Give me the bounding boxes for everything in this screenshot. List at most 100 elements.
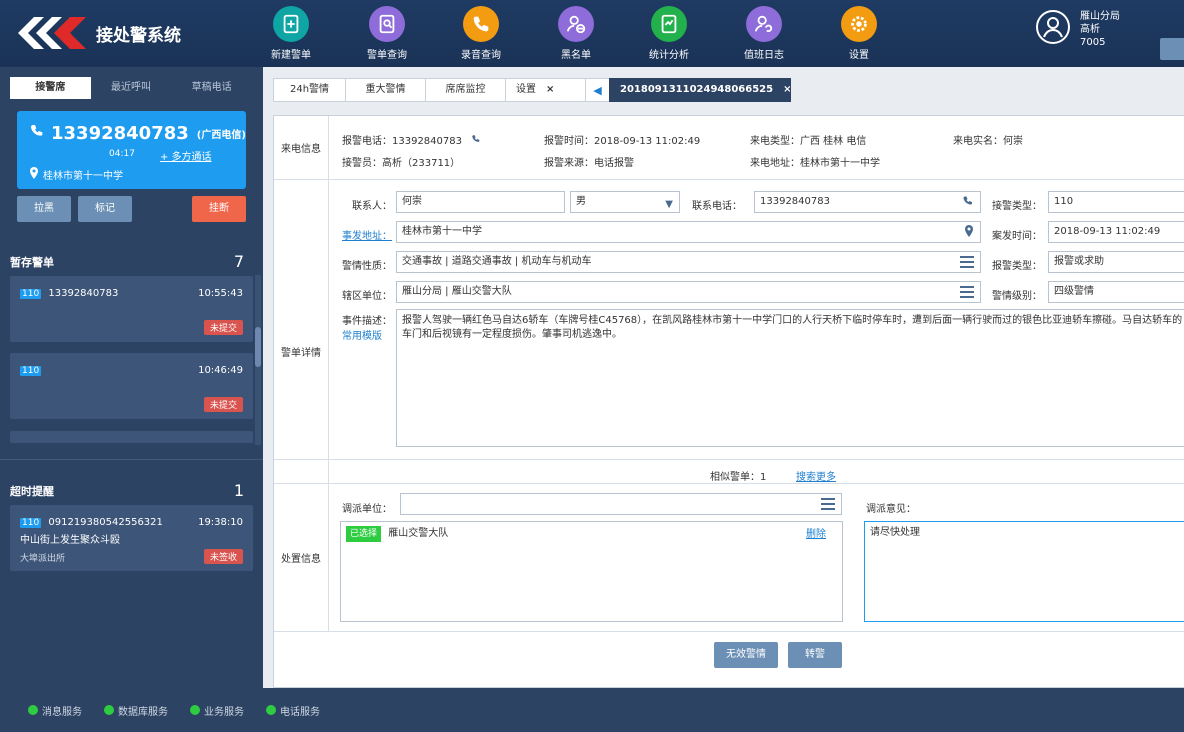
- call-phone-value: 13392840783: [392, 136, 462, 147]
- alarm-type-label: 报警类型：: [992, 261, 1042, 272]
- contact-field[interactable]: 何崇: [396, 191, 565, 213]
- nav-label: 警单查询: [367, 50, 407, 61]
- user-info[interactable]: 雁山分局 高析 7005: [1036, 10, 1120, 49]
- divider: [274, 179, 1184, 180]
- status-dot-icon: [104, 705, 114, 715]
- search-more-link[interactable]: 搜索更多: [796, 468, 836, 483]
- blacklist-icon: [558, 6, 594, 42]
- service-status-business: 业务服务: [190, 703, 244, 718]
- close-icon[interactable]: ×: [546, 78, 554, 102]
- status-dot-icon: [190, 705, 200, 715]
- call-carrier: (广西电信): [196, 130, 246, 141]
- location-pin-icon: [29, 167, 39, 182]
- nav-settings[interactable]: 设置: [819, 6, 899, 61]
- invalid-alarm-button[interactable]: 无效警情: [714, 642, 778, 668]
- alarm-type-field[interactable]: 报警或求助: [1048, 251, 1184, 273]
- contact-label: 联系人：: [352, 201, 392, 212]
- alarm-phone: 13392840783: [48, 288, 119, 299]
- saved-alarm-item-partial[interactable]: [10, 431, 253, 443]
- similar-count: 1: [760, 472, 767, 483]
- location-pin-icon[interactable]: [964, 225, 974, 242]
- saved-alarms-scrollbar[interactable]: [255, 275, 261, 445]
- alarm-time: 19:38:10: [198, 517, 243, 528]
- phone-call-icon[interactable]: [962, 195, 974, 212]
- nature-field[interactable]: 交通事故 | 道路交通事故 | 机动车与机动车: [396, 251, 981, 273]
- call-source-value: 电话报警: [594, 158, 634, 169]
- logout-button[interactable]: [1160, 38, 1184, 60]
- nav-recording-query[interactable]: 录音查询: [441, 6, 521, 61]
- remove-unit-link[interactable]: 删除: [806, 528, 826, 542]
- tab-settings[interactable]: 设置 ×: [505, 78, 585, 102]
- tab-24h-alarms[interactable]: 24h警情: [273, 78, 345, 102]
- tab-scroll-left-icon[interactable]: ◀: [585, 78, 609, 102]
- multi-party-call-link[interactable]: + 多方通话: [160, 148, 212, 163]
- call-address-label: 来电地址：: [750, 158, 800, 169]
- status-dot-icon: [28, 705, 38, 715]
- overdue-alarm-item[interactable]: 110 091219380542556321 19:38:10 中山街上发生聚众…: [10, 505, 253, 571]
- alarm-tag: 110: [20, 518, 42, 528]
- tab-receive-desk[interactable]: 接警席: [10, 77, 91, 99]
- contact-phone-label: 联系电话：: [692, 201, 742, 212]
- gender-select[interactable]: 男 ▼: [570, 191, 680, 213]
- status-footer: 消息服务 数据库服务 业务服务 电话服务: [0, 688, 1184, 732]
- address-field[interactable]: 桂林市第十一中学: [396, 221, 981, 243]
- level-label: 警情级别：: [992, 291, 1042, 302]
- transfer-alarm-button[interactable]: 转警: [788, 642, 842, 668]
- call-time-label: 报警时间：: [544, 136, 594, 147]
- alarm-id: 091219380542556321: [48, 517, 163, 528]
- dispatch-unit-field[interactable]: [400, 493, 842, 515]
- tab-alarm-record[interactable]: 2018091311024948066525 ×: [609, 78, 791, 102]
- description-textarea[interactable]: 报警人驾驶一辆红色马自达6轿车（车牌号桂C45768），在凯风路桂林市第十一中学…: [396, 309, 1184, 447]
- workspace-tabs: 24h警情 重大警情 席席监控 设置 × ◀ 20180913110249480…: [273, 78, 791, 102]
- call-phone-icon[interactable]: [471, 135, 481, 147]
- call-phone-label: 报警电话：: [342, 136, 392, 147]
- mark-button[interactable]: 标记: [78, 196, 132, 222]
- contact-phone-field[interactable]: 13392840783: [754, 191, 981, 213]
- selected-unit: 雁山交警大队: [388, 528, 449, 539]
- alarm-tag: 110: [20, 366, 42, 376]
- nav-new-alarm[interactable]: 新建警单: [251, 6, 331, 61]
- nav-label: 设置: [849, 50, 869, 61]
- recording-query-icon: [463, 6, 499, 42]
- list-menu-icon[interactable]: [960, 256, 974, 268]
- app-title: 接处警系统: [96, 25, 181, 46]
- call-time-value: 2018-09-13 11:02:49: [594, 136, 701, 147]
- address-label-link[interactable]: 事发地址：: [334, 227, 392, 242]
- tab-seat-monitor[interactable]: 席席监控: [425, 78, 505, 102]
- overdue-count: 1: [233, 481, 244, 500]
- tab-recent-calls[interactable]: 最近呼叫: [91, 77, 172, 99]
- call-duration: 04:17: [109, 149, 135, 159]
- close-icon[interactable]: ×: [783, 78, 791, 102]
- saved-alarm-item[interactable]: 110 13392840783 10:55:43 未提交: [10, 276, 253, 342]
- nav-blacklist[interactable]: 黑名单: [536, 6, 616, 61]
- call-type-label: 来电类型：: [750, 136, 800, 147]
- selected-units-box: 已选择 雁山交警大队 删除: [340, 521, 843, 622]
- level-field[interactable]: 四级警情: [1048, 281, 1184, 303]
- call-source-label: 报警来源：: [544, 158, 594, 169]
- call-location: 桂林市第十一中学: [43, 171, 123, 182]
- occur-time-field[interactable]: 2018-09-13 11:02:49: [1048, 221, 1184, 243]
- list-menu-icon[interactable]: [821, 498, 835, 510]
- unit-field[interactable]: 雁山分局 | 雁山交警大队: [396, 281, 981, 303]
- alarm-query-icon: [369, 6, 405, 42]
- nav-alarm-query[interactable]: 警单查询: [347, 6, 427, 61]
- receive-type-field[interactable]: 110: [1048, 191, 1184, 213]
- saved-alarm-item[interactable]: 110 10:46:49 未提交: [10, 353, 253, 419]
- app-logo: 接处警系统: [18, 14, 181, 52]
- list-menu-icon[interactable]: [960, 286, 974, 298]
- dispatch-opinion-textarea[interactable]: 请尽快处理: [864, 521, 1184, 622]
- alarm-tag: 110: [20, 289, 42, 299]
- tab-major-alarms[interactable]: 重大警情: [345, 78, 425, 102]
- nav-duty-log[interactable]: 值班日志: [724, 6, 804, 61]
- divider: [274, 459, 1184, 460]
- template-link[interactable]: 常用模版: [334, 327, 382, 342]
- nav-statistics[interactable]: 统计分析: [629, 6, 709, 61]
- main-area: 24h警情 重大警情 席席监控 设置 × ◀ 20180913110249480…: [263, 67, 1184, 688]
- user-unit: 雁山分局: [1080, 11, 1120, 22]
- scrollbar-thumb[interactable]: [255, 327, 261, 367]
- selected-tag: 已选择: [346, 526, 382, 542]
- blacklist-button[interactable]: 拉黑: [17, 196, 71, 222]
- new-alarm-icon: [273, 6, 309, 42]
- tab-draft-calls[interactable]: 草稿电话: [171, 77, 252, 99]
- hangup-button[interactable]: 挂断: [192, 196, 246, 222]
